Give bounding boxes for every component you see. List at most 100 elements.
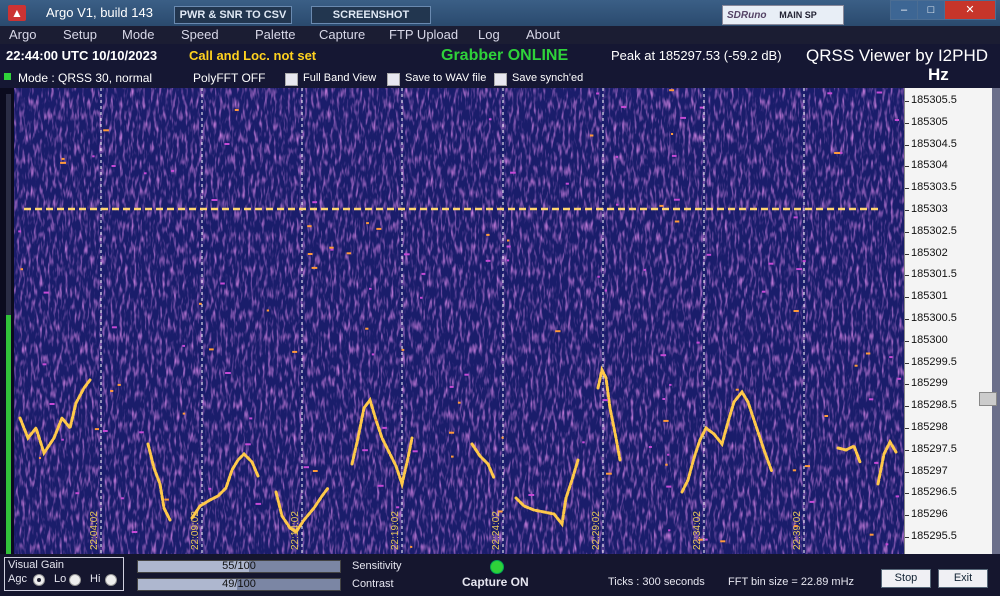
noise-speckle [643,268,646,271]
noise-speckle [234,109,239,111]
noise-speckle [18,230,22,233]
menu-palette[interactable]: Palette [255,27,295,42]
lo-radio[interactable] [69,574,81,586]
maximize-button[interactable]: □ [917,0,945,20]
full-band-checkbox[interactable] [285,73,298,86]
noise-speckle [220,282,225,285]
menu-setup[interactable]: Setup [63,27,97,42]
contrast-value: 49/100 [222,578,256,590]
noise-speckle [596,92,599,95]
menu-bar: Argo Setup Mode Speed Palette Capture FT… [0,26,1000,44]
contrast-slider[interactable]: 49/100 [137,578,341,591]
freq-label: 185296 [911,508,948,521]
save-wav-checkbox[interactable] [387,73,400,86]
noise-speckle [668,529,671,532]
noise-speckle [307,253,313,255]
noise-speckle [412,450,418,453]
noise-speckle [266,309,270,312]
title-bar: ▲ Argo V1, build 143 PWR & SNR TO CSV SC… [0,0,1000,26]
noise-speckle [330,248,334,251]
noise-speckle [827,92,833,95]
close-button[interactable]: ✕ [944,0,996,20]
scrollbar-track[interactable] [992,88,1000,554]
noise-speckle [663,419,669,422]
noise-speckle [602,399,608,402]
noise-speckle [211,199,218,201]
freq-label: 185301 [911,290,948,303]
sensitivity-value: 55/100 [222,560,256,572]
noise-speckle [802,260,806,263]
noise-speckle [382,426,387,429]
noise-speckle [451,455,454,458]
freq-tick [905,384,909,386]
noise-speckle [793,216,798,219]
noise-speckle [224,143,230,145]
noise-speckle [249,417,253,420]
menu-argo[interactable]: Argo [9,27,36,42]
noise-speckle [377,484,384,487]
noise-speckle [164,498,169,501]
time-label: 22:19:02 [390,511,401,550]
noise-speckle [809,500,815,503]
exit-button[interactable]: Exit [938,569,988,588]
visual-gain-group: Visual Gain Agc Lo Hi [4,557,124,591]
freq-tick [905,231,909,233]
noise-speckle [43,291,49,294]
menu-log[interactable]: Log [478,27,500,42]
freq-tick [905,297,909,299]
noise-speckle [666,485,672,488]
screenshot-button[interactable]: SCREENSHOT [311,6,431,24]
noise-speckle [102,430,108,432]
noise-speckle [667,453,670,456]
pwr-snr-csv-button[interactable]: PWR & SNR TO CSV [174,6,292,24]
freq-label: 185305.5 [911,94,957,106]
noise-speckle [139,431,144,434]
visual-gain-label: Visual Gain [8,559,65,571]
stop-button[interactable]: Stop [881,569,931,588]
freq-label: 185302 [911,246,948,259]
capture-status-icon [490,560,504,574]
noise-speckle [507,239,510,242]
noise-speckle [761,290,766,293]
menu-capture[interactable]: Capture [319,27,365,42]
noise-speckle [292,350,298,353]
scrollbar-thumb[interactable] [979,392,997,406]
agc-label: Agc [8,573,27,585]
noise-speckle [369,287,372,290]
freq-label: 185302.5 [911,224,957,237]
noise-speckle [735,388,739,391]
menu-speed[interactable]: Speed [181,27,219,42]
menu-about[interactable]: About [526,27,560,42]
hi-radio[interactable] [105,574,117,586]
freq-label: 185296.5 [911,486,957,499]
noise-speckle [674,220,680,223]
polyfft-text[interactable]: PolyFFT OFF [193,71,265,85]
lo-label: Lo [54,573,67,585]
noise-speckle [75,492,80,495]
noise-speckle [39,457,41,459]
noise-speckle [696,341,700,344]
freq-tick [905,166,909,168]
noise-speckle [834,152,841,154]
noise-speckle [671,133,674,135]
sensitivity-slider[interactable]: 55/100 [137,560,341,573]
freq-tick [905,428,909,429]
agc-radio[interactable] [33,574,45,586]
minimize-button[interactable]: – [890,0,918,20]
noise-speckle [131,531,138,533]
noise-speckle [410,545,413,548]
noise-speckle [307,225,312,228]
waterfall-display[interactable]: 22:04:02 22:09:02 22:14:02 22:19:02 22:24:02… [14,88,904,554]
noise-speckle [597,275,600,278]
save-synched-checkbox[interactable] [494,73,507,86]
noise-speckle [616,203,619,206]
menu-mode[interactable]: Mode [122,27,155,42]
noise-speckle [49,403,55,405]
viewer-title: QRSS Viewer by I2PHD [806,46,989,65]
noise-speckle [680,116,686,119]
call-loc-text: Call and Loc. not set [189,48,317,63]
noise-speckle [346,252,352,255]
sdr-label: MAIN SP [779,10,817,20]
noise-speckle [894,119,899,121]
menu-ftp-upload[interactable]: FTP Upload [389,27,458,42]
